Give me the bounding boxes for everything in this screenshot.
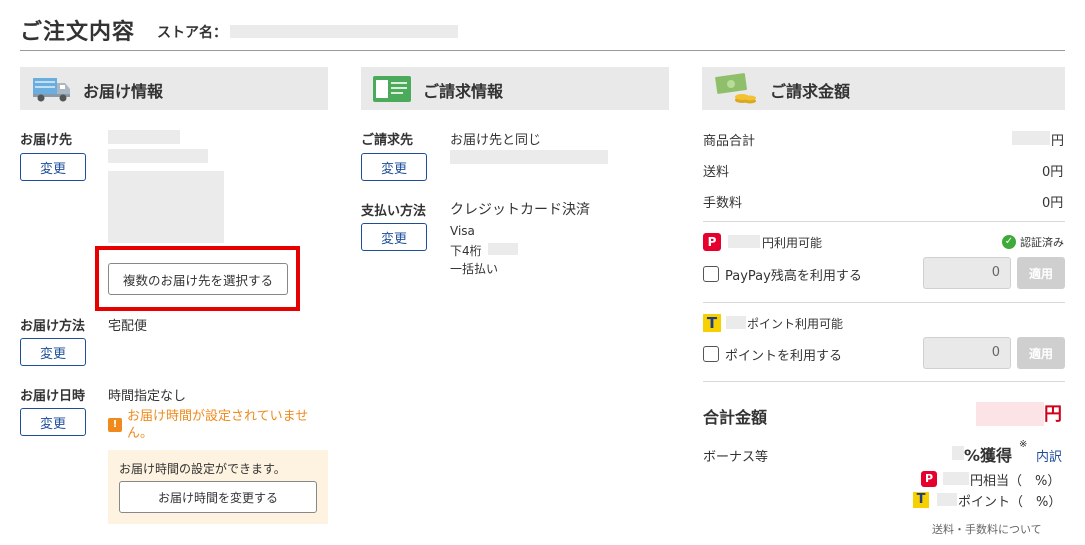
bonus-breakdown-link[interactable]: 内訳 <box>1036 446 1062 465</box>
delivery-address-change-button[interactable]: 変更 <box>20 153 86 181</box>
bonus-label: ボーナス等 <box>703 450 769 465</box>
header-divider <box>20 50 1065 51</box>
payment-method-value: クレジットカード決済 <box>450 202 590 218</box>
delivery-time-note: お届け時間の設定ができます。 <box>119 462 286 476</box>
amount-section-title: ご請求金額 <box>770 82 851 101</box>
divider <box>703 221 1065 222</box>
delivery-address-redacted <box>108 171 224 243</box>
paypay-balance-redacted <box>728 235 760 248</box>
delivery-address-redacted <box>108 149 208 163</box>
installment-value: 一括払い <box>450 262 499 276</box>
paypay-bonus-redacted <box>943 472 969 485</box>
delivery-time-change-button[interactable]: お届け時間を変更する <box>119 481 317 513</box>
store-name-redacted <box>230 25 458 38</box>
paypay-icon: P <box>703 233 721 251</box>
id-card-icon <box>373 76 411 102</box>
payment-method-change-button[interactable]: 変更 <box>361 223 427 251</box>
store-name-label: ストア名： <box>157 25 227 41</box>
bonus-note-mark: ※ <box>1019 439 1028 450</box>
paypay-icon: P <box>921 471 937 487</box>
truck-icon <box>33 78 70 102</box>
fee-value: 0円 <box>1042 196 1064 211</box>
tpoint-bonus-text: ポイント（ %） <box>958 495 1062 510</box>
paypay-use-checkbox[interactable] <box>703 266 719 282</box>
total-label: 合計金額 <box>703 408 768 427</box>
subtotal-label: 商品合計 <box>703 134 756 149</box>
amount-section-header: ご請求金額 <box>702 67 1065 110</box>
tpoint-icon: T <box>913 492 929 508</box>
card-brand: Visa <box>450 224 475 238</box>
delivery-address-label: お届け先 <box>20 133 73 148</box>
delivery-time-warning: お届け時間が設定されていません。 <box>127 409 309 441</box>
shipping-fee-info-link[interactable]: 送料・手数料について <box>932 521 1042 537</box>
shipping-value: 0円 <box>1042 165 1064 180</box>
delivery-method-value: 宅配便 <box>108 319 148 334</box>
tpoint-bonus-redacted <box>937 493 957 506</box>
paypay-bonus-text: 円相当（ %） <box>970 474 1061 489</box>
page-title: ご注文内容 <box>20 20 136 45</box>
total-unit: 円 <box>1044 404 1062 425</box>
card-last4-redacted <box>488 243 518 255</box>
divider <box>703 381 1065 382</box>
total-value-redacted <box>976 402 1044 426</box>
delivery-time-note-box: お届け時間の設定ができます。 お届け時間を変更する <box>108 450 328 524</box>
fee-label: 手数料 <box>703 196 743 211</box>
paypay-available-text: 円利用可能 <box>762 236 823 250</box>
billing-address-label: ご請求先 <box>361 133 414 148</box>
check-icon: ✓ <box>1002 235 1016 249</box>
tpoint-use-label: ポイントを利用する <box>725 349 843 364</box>
bonus-rate-redacted <box>952 446 964 460</box>
billing-address-redacted <box>450 150 608 164</box>
card-last4-label: 下4桁 <box>450 244 482 258</box>
verified-label: 認証済み <box>1020 236 1064 249</box>
tpoint-icon: T <box>703 314 721 332</box>
warning-icon: ! <box>108 418 122 432</box>
billing-section-header: ご請求情報 <box>361 67 669 110</box>
highlight-box <box>95 246 300 311</box>
paypay-amount-input[interactable]: 0 <box>923 257 1011 289</box>
delivery-method-label: お届け方法 <box>20 319 86 334</box>
tpoint-apply-button[interactable]: 適用 <box>1017 337 1065 369</box>
payment-method-label: 支払い方法 <box>361 204 427 219</box>
delivery-section-header: お届け情報 <box>20 67 328 110</box>
money-icon <box>715 73 756 104</box>
delivery-method-change-button[interactable]: 変更 <box>20 338 86 366</box>
delivery-date-label: お届け日時 <box>20 389 86 404</box>
tpoint-available-text: ポイント利用可能 <box>747 317 844 331</box>
bonus-value: %獲得 <box>964 446 1013 465</box>
shipping-label: 送料 <box>703 165 730 180</box>
tpoint-amount-input[interactable]: 0 <box>923 337 1011 369</box>
tpoint-use-checkbox[interactable] <box>703 346 719 362</box>
subtotal-value-redacted <box>1012 131 1050 145</box>
paypay-apply-button[interactable]: 適用 <box>1017 257 1065 289</box>
subtotal-unit: 円 <box>1051 134 1065 149</box>
billing-address-value: お届け先と同じ <box>450 133 542 148</box>
delivery-date-change-button[interactable]: 変更 <box>20 408 86 436</box>
paypay-use-label: PayPay残高を利用する <box>725 269 862 284</box>
delivery-section-title: お届け情報 <box>83 82 164 101</box>
tpoint-balance-redacted <box>726 316 746 329</box>
delivery-address-redacted <box>108 130 180 144</box>
billing-address-change-button[interactable]: 変更 <box>361 153 427 181</box>
delivery-date-value: 時間指定なし <box>108 389 187 404</box>
divider <box>703 302 1065 303</box>
billing-section-title: ご請求情報 <box>423 82 504 101</box>
